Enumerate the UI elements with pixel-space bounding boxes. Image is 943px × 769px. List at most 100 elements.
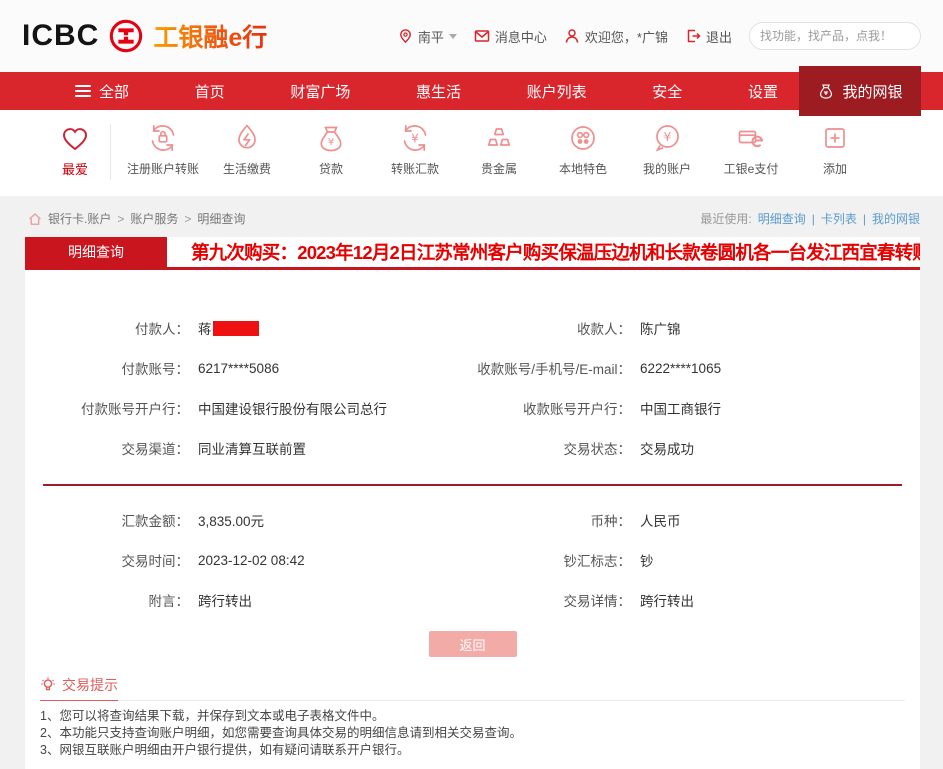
table-row: 汇款金额： 3,835.00元 币种： 人民币 xyxy=(25,500,920,540)
nav-item-all[interactable]: 全部 xyxy=(75,81,129,102)
channel-value: 同业清算互联前置 xyxy=(198,442,306,457)
recent-link-detail-query[interactable]: 明细查询 xyxy=(758,210,806,227)
detail-label: 交易详情： xyxy=(563,594,632,609)
status-value: 交易成功 xyxy=(640,442,694,457)
svg-text:¥: ¥ xyxy=(825,91,829,97)
table-row: 交易时间： 2023-12-02 08:42 钞汇标志： 钞 xyxy=(25,540,920,580)
quick-item-loan[interactable]: ¥ 贷款 xyxy=(289,122,373,177)
payee-name-value: 陈广锦 xyxy=(640,322,681,337)
quick-item-my-account[interactable]: ¥ 我的账户 xyxy=(625,122,709,177)
nav-item-accounts[interactable]: 账户列表 xyxy=(527,81,587,102)
currency-value: 人民币 xyxy=(640,514,681,529)
tips-list: 1、您可以将查询结果下载，并保存到文本或电子表格文件中。 2、本功能只支持查询账… xyxy=(40,708,905,759)
welcome-user[interactable]: 欢迎您，*广锦 xyxy=(564,27,668,46)
payee-account-label: 收款账号/手机号/E-mail： xyxy=(477,362,631,377)
recent-link-card-list[interactable]: 卡列表 xyxy=(821,210,857,227)
circle-dots-icon xyxy=(571,126,595,150)
breadcrumb: 银行卡.账户 > 账户服务 > 明细查询 最近使用: 明细查询 | 卡列表 | … xyxy=(28,210,920,227)
droplet-bolt-icon xyxy=(238,124,256,149)
nav-item-wealth[interactable]: 财富广场 xyxy=(290,81,350,102)
quick-item-label: 注册账户转账 xyxy=(126,162,199,176)
svg-text:¥: ¥ xyxy=(411,132,419,146)
quick-item-registered-transfer[interactable]: 注册账户转账 xyxy=(121,122,205,177)
payee-account-value: 6222****1065 xyxy=(640,360,722,376)
quick-item-favorites[interactable]: 最爱 xyxy=(42,122,108,177)
payer-account-value: 6217****5086 xyxy=(198,360,280,376)
status-label: 交易状态： xyxy=(563,442,632,457)
envelope-icon xyxy=(474,30,490,42)
detail-panel: 明细查询 第九次购买：2023年12月2日江苏常州客户购买保温压边机和长款卷圆机… xyxy=(25,237,920,769)
main-navbar: 全部 首页 财富广场 惠生活 账户列表 安全 设置 ¥ 我的网银 xyxy=(0,66,943,116)
search-input[interactable] xyxy=(760,29,915,43)
recent-links-divider: | xyxy=(811,211,815,226)
vertical-divider xyxy=(110,124,111,180)
payee-bank-label: 收款账号开户行： xyxy=(523,402,631,417)
quick-item-label: 本地特色 xyxy=(558,162,607,176)
memo-value: 跨行转出 xyxy=(198,594,252,609)
nav-item-home[interactable]: 首页 xyxy=(195,81,225,102)
quick-item-label: 最爱 xyxy=(61,162,88,177)
detail-fields-top: 付款人： 蒋 收款人： 陈广锦 付款账号： 6217****5086 收款账号/… xyxy=(25,270,920,468)
quick-item-transfer[interactable]: ¥ 转账汇款 xyxy=(373,122,457,177)
tip-line: 1、您可以将查询结果下载，并保存到文本或电子表格文件中。 xyxy=(40,709,385,723)
channel-label: 交易渠道： xyxy=(121,442,190,457)
table-row: 付款账号： 6217****5086 收款账号/手机号/E-mail： 6222… xyxy=(25,348,920,388)
tip-line: 2、本功能只支持查询账户明细，如您需要查询具体交易的明细信息请到相关交易查询。 xyxy=(40,726,522,740)
detail-value: 跨行转出 xyxy=(640,594,694,609)
payer-name-value: 蒋 xyxy=(198,318,450,338)
nav-item-security[interactable]: 安全 xyxy=(652,81,682,102)
icbc-logo-icon xyxy=(108,18,144,54)
quick-item-life-payment[interactable]: 生活缴费 xyxy=(205,122,289,177)
hamburger-icon xyxy=(75,85,91,97)
payee-name-label: 收款人： xyxy=(577,322,631,337)
nav-my-ebank-label: 我的网银 xyxy=(842,83,903,101)
redaction-block xyxy=(212,321,259,336)
location-label: 南平 xyxy=(417,29,444,45)
quick-item-label: 贵金属 xyxy=(480,162,517,176)
table-row: 附言： 跨行转出 交易详情： 跨行转出 xyxy=(25,580,920,620)
quick-item-icbc-epay[interactable]: 工银e支付 xyxy=(709,122,793,177)
time-value: 2023-12-02 08:42 xyxy=(198,552,305,568)
recent-used-label: 最近使用: xyxy=(700,212,752,226)
nav-item-settings[interactable]: 设置 xyxy=(748,81,778,102)
recent-link-my-ebank[interactable]: 我的网银 xyxy=(872,210,920,227)
back-button[interactable]: 返回 xyxy=(428,631,517,657)
nav-item-life[interactable]: 惠生活 xyxy=(416,81,461,102)
payer-bank-label: 付款账号开户行： xyxy=(81,402,189,417)
card-e-icon xyxy=(738,130,764,148)
cash-flag-value: 钞 xyxy=(640,554,654,569)
quick-item-label: 工银e支付 xyxy=(723,162,779,176)
nav-item-my-ebank[interactable]: ¥ 我的网银 xyxy=(799,66,921,116)
quick-item-label: 生活缴费 xyxy=(222,162,271,176)
heart-icon xyxy=(62,128,88,151)
tips-title: 交易提示 xyxy=(40,675,118,701)
message-center-link[interactable]: 消息中心 xyxy=(474,27,547,46)
payer-bank-value: 中国建设银行股份有限公司总行 xyxy=(198,402,387,417)
quick-item-local-features[interactable]: 本地特色 xyxy=(541,122,625,177)
amount-value: 3,835.00元 xyxy=(198,514,265,529)
chevron-down-icon xyxy=(448,34,457,43)
user-icon xyxy=(565,29,579,43)
search-box[interactable] xyxy=(749,22,921,50)
logout-button[interactable]: 退出 xyxy=(685,27,732,46)
quick-item-add[interactable]: 添加 xyxy=(793,122,877,177)
recent-links-divider: | xyxy=(862,211,866,226)
location-selector[interactable]: 南平 xyxy=(398,27,457,46)
location-pin-icon xyxy=(399,29,411,44)
quick-item-label: 转账汇款 xyxy=(390,162,439,176)
detail-fields-bottom: 汇款金额： 3,835.00元 币种： 人民币 交易时间： 2023-12-02… xyxy=(25,500,920,620)
quick-item-label: 添加 xyxy=(822,162,847,176)
svg-text:¥: ¥ xyxy=(664,130,672,144)
logout-icon xyxy=(687,29,701,43)
breadcrumb-divider: > xyxy=(117,211,125,226)
refresh-lock-icon xyxy=(151,124,175,152)
breadcrumb-item-bankcard[interactable]: 银行卡.账户 xyxy=(48,210,111,227)
tab-detail-query[interactable]: 明细查询 xyxy=(25,237,167,267)
quick-access-bar: 最爱 注册账户转账 生活缴费 ¥ 贷款 ¥ 转账汇款 贵金属 本地特色 ¥ 我的… xyxy=(0,110,943,196)
breadcrumb-item-account-service[interactable]: 账户服务 xyxy=(130,210,178,227)
money-bag-icon: ¥ xyxy=(320,126,342,152)
brand-name: 工银融e行 xyxy=(153,18,267,54)
payer-name-label: 付款人： xyxy=(135,322,189,337)
yuan-bubble-icon: ¥ xyxy=(655,125,679,152)
quick-item-precious-metals[interactable]: 贵金属 xyxy=(457,122,541,177)
